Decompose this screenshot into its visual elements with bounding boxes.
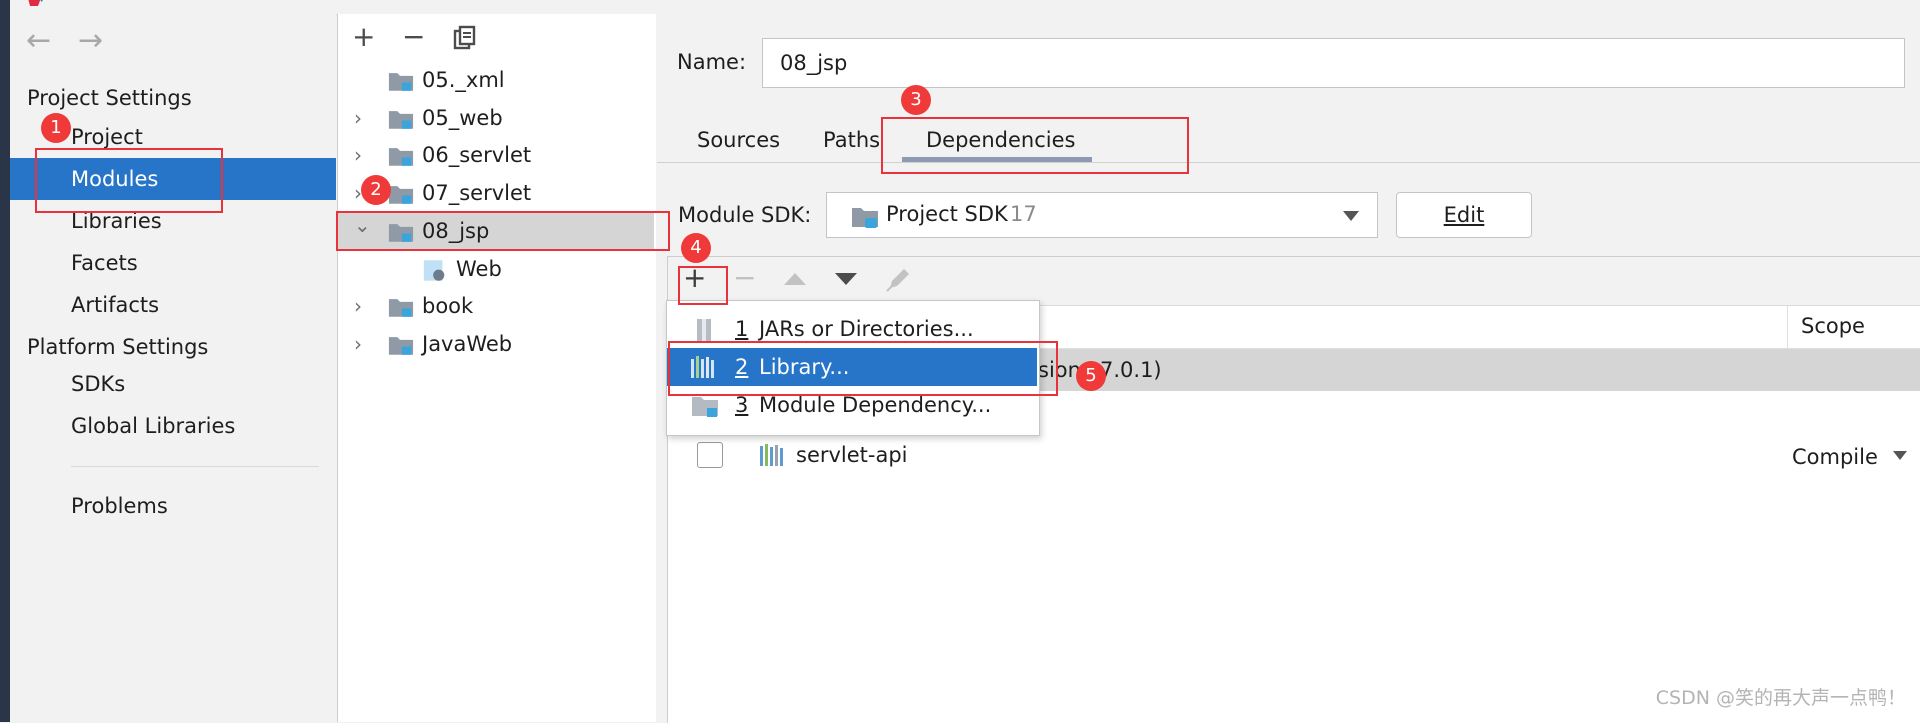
annotation-badge-5: 5: [1076, 361, 1106, 391]
module-name-input[interactable]: 08_jsp: [762, 38, 1905, 88]
annotation-box-add: [678, 266, 728, 305]
name-label: Name:: [677, 50, 747, 74]
desktop-edge: [0, 0, 10, 722]
module-tree-item[interactable]: › 05_web: [338, 100, 654, 137]
sidebar-item-artifacts[interactable]: Artifacts: [10, 284, 336, 326]
chevron-right-icon[interactable]: ›: [354, 100, 362, 137]
module-folder-icon: [388, 186, 414, 204]
sdk-version: 17: [1010, 202, 1037, 226]
module-sdk-label: Module SDK:: [678, 203, 812, 227]
sidebar-item-problems[interactable]: Problems: [10, 485, 336, 527]
project-settings-header: Project Settings: [27, 86, 192, 110]
sidebar-divider: [71, 466, 319, 467]
module-tree-item[interactable]: Web: [338, 251, 654, 288]
sdk-folder-icon: [852, 208, 878, 228]
chevron-right-icon[interactable]: ›: [354, 137, 362, 174]
forward-arrow-icon[interactable]: →: [78, 26, 103, 56]
dependency-partial-version: 7.0.1): [1100, 358, 1162, 382]
annotation-box-module: [336, 211, 670, 251]
tab-divider: [657, 162, 1920, 163]
remove-module-icon[interactable]: −: [402, 22, 425, 52]
move-down-icon[interactable]: [835, 273, 857, 285]
module-icon: [692, 397, 718, 417]
sidebar-item-global-libraries[interactable]: Global Libraries: [10, 405, 336, 447]
edit-button-label: Edit: [1443, 203, 1485, 227]
scope-dropdown-icon[interactable]: [1893, 451, 1907, 460]
annotation-badge-4: 4: [681, 233, 711, 263]
sidebar-item-sdks[interactable]: SDKs: [10, 363, 336, 405]
module-tree-item[interactable]: › 06_servlet: [338, 137, 654, 174]
dependency-scope[interactable]: Compile: [1792, 445, 1878, 469]
back-arrow-icon[interactable]: ←: [26, 26, 51, 56]
annotation-box-dependencies: [881, 117, 1189, 174]
module-tree-item-label: 06_servlet: [422, 143, 532, 167]
module-sdk-combobox[interactable]: Project SDK 17: [826, 192, 1378, 238]
module-tree-item-label: 07_servlet: [422, 181, 532, 205]
add-module-icon[interactable]: +: [352, 22, 375, 52]
scope-column-header: Scope: [1801, 314, 1865, 338]
module-folder-icon: [388, 337, 414, 355]
module-tree-item-label: 05._xml: [422, 68, 505, 92]
remove-dependency-icon[interactable]: −: [733, 263, 756, 293]
module-tree-item[interactable]: › book: [338, 288, 654, 325]
app-logo-icon: [28, 0, 43, 6]
edit-sdk-button[interactable]: Edit: [1396, 192, 1532, 238]
platform-settings-header: Platform Settings: [27, 335, 209, 359]
column-divider: [1787, 306, 1788, 348]
web-facet-icon: [423, 260, 445, 281]
module-tree-item-label: Web: [456, 257, 502, 281]
module-tree-item-label: book: [422, 294, 474, 318]
module-tree-item[interactable]: › JavaWeb: [338, 326, 654, 363]
annotation-badge-1: 1: [41, 113, 71, 143]
module-folder-icon: [388, 299, 414, 317]
sdk-value: Project SDK: [886, 202, 1008, 226]
module-tree-item-label: 05_web: [422, 106, 503, 130]
library-icon: [760, 444, 783, 466]
dependency-export-checkbox[interactable]: [697, 442, 723, 468]
module-tree-item[interactable]: 05._xml: [338, 62, 654, 99]
annotation-box-library: [668, 341, 1058, 396]
jar-icon: [697, 319, 711, 341]
move-up-icon[interactable]: [784, 273, 806, 285]
sidebar-item-facets[interactable]: Facets: [10, 242, 336, 284]
title-bar: [10, 0, 1920, 15]
tab-sources[interactable]: Sources: [697, 118, 780, 162]
edit-pencil-icon[interactable]: [886, 266, 910, 292]
annotation-badge-3: 3: [901, 85, 931, 115]
copy-module-icon[interactable]: [453, 25, 477, 51]
module-folder-icon: [388, 111, 414, 129]
module-folder-icon: [388, 148, 414, 166]
tab-paths[interactable]: Paths: [823, 118, 880, 162]
chevron-right-icon[interactable]: ›: [354, 288, 362, 325]
annotation-box-modules: [35, 148, 223, 213]
annotation-badge-2: 2: [361, 175, 391, 205]
chevron-down-icon: [1343, 211, 1359, 221]
module-folder-icon: [388, 73, 414, 91]
watermark: CSDN @笑的再大声一点鸭！: [1655, 687, 1906, 709]
chevron-right-icon[interactable]: ›: [354, 326, 362, 363]
module-tree-item-label: JavaWeb: [422, 332, 513, 356]
dependency-name: servlet-api: [796, 443, 908, 467]
